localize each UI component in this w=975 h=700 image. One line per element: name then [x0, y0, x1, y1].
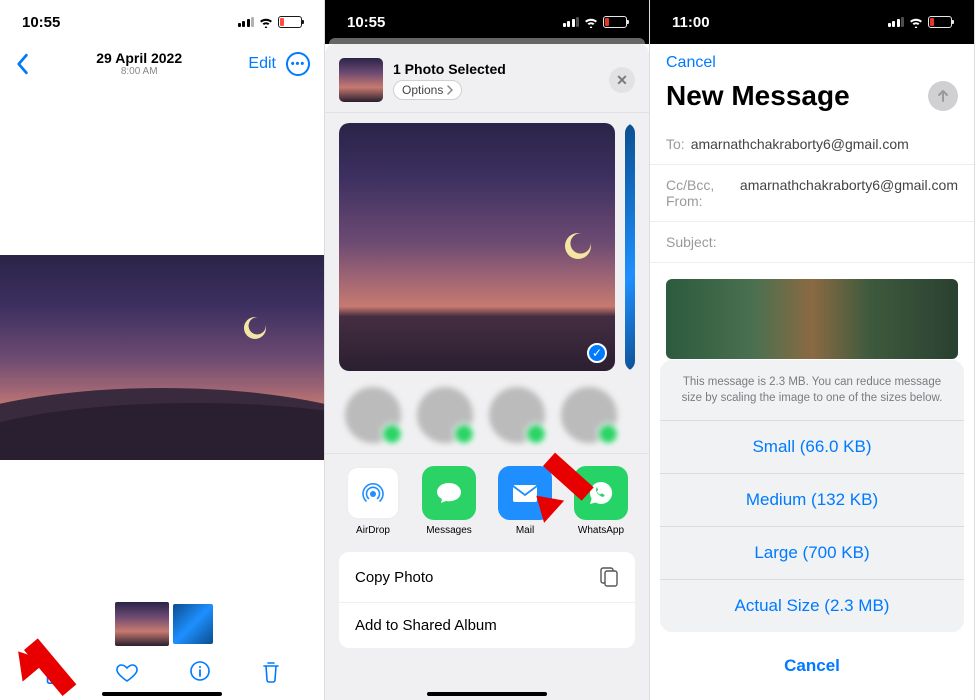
- copy-icon: [599, 566, 619, 588]
- share-actions-list: Copy Photo Add to Shared Album: [339, 552, 635, 648]
- status-indicators: [563, 16, 628, 28]
- nav-bar: 29 April 2022 8:00 AM Edit •••: [0, 44, 324, 85]
- wifi-icon: [583, 16, 599, 28]
- signal-icon: [888, 17, 905, 27]
- photo-date: 29 April 2022: [96, 50, 182, 66]
- action-sheet-cancel[interactable]: Cancel: [660, 640, 964, 692]
- messages-icon: [422, 466, 476, 520]
- photo-preview[interactable]: [0, 255, 324, 460]
- selected-check-icon: ✓: [587, 343, 607, 363]
- to-label: To:: [666, 136, 685, 152]
- photo-carousel[interactable]: ✓: [339, 123, 635, 371]
- size-option-actual[interactable]: Actual Size (2.3 MB): [660, 580, 964, 632]
- moon-graphic: [565, 233, 591, 259]
- thumbnail[interactable]: [173, 604, 213, 644]
- app-whatsapp[interactable]: WhatsApp: [563, 466, 639, 536]
- back-button[interactable]: [14, 53, 30, 75]
- ccbcc-label: Cc/Bcc, From:: [666, 177, 734, 209]
- to-field[interactable]: To: amarnathchakraborty6@gmail.com: [650, 124, 974, 165]
- share-sheet-header: 1 Photo Selected Options ✕: [325, 44, 649, 113]
- battery-icon: [928, 16, 952, 28]
- cancel-button[interactable]: Cancel: [650, 44, 974, 76]
- app-mail[interactable]: Mail: [487, 466, 563, 536]
- size-option-small[interactable]: Small (66.0 KB): [660, 421, 964, 474]
- app-messages[interactable]: Messages: [411, 466, 487, 536]
- selected-photo-thumb: [339, 58, 383, 102]
- contact-avatar[interactable]: [345, 387, 401, 443]
- app-label: WhatsApp: [578, 525, 624, 536]
- mail-icon: [498, 466, 552, 520]
- battery-icon: [603, 16, 627, 28]
- to-value: amarnathchakraborty6@gmail.com: [691, 136, 909, 152]
- share-button[interactable]: [43, 660, 65, 686]
- signal-icon: [563, 17, 580, 27]
- status-time: 11:00: [672, 14, 710, 31]
- airdrop-icon: [346, 466, 400, 520]
- more-button[interactable]: •••: [286, 52, 310, 76]
- status-time: 10:55: [347, 14, 385, 31]
- chevron-right-icon: [447, 85, 453, 95]
- action-label: Add to Shared Album: [355, 617, 497, 634]
- compose-title: New Message: [666, 80, 850, 112]
- copy-photo-action[interactable]: Copy Photo: [339, 552, 635, 603]
- share-sheet-title: 1 Photo Selected: [393, 61, 506, 77]
- status-indicators: [238, 16, 303, 28]
- signal-icon: [238, 17, 255, 27]
- subject-field[interactable]: Subject:: [650, 222, 974, 263]
- share-sheet-screen: 10:55 1 Photo Selected Options ✕ ✓: [325, 0, 650, 700]
- thumbnail-selected[interactable]: [115, 602, 169, 646]
- favorite-button[interactable]: [115, 660, 139, 686]
- app-airdrop[interactable]: AirDrop: [335, 466, 411, 536]
- home-indicator[interactable]: [427, 692, 547, 696]
- contact-avatar[interactable]: [561, 387, 617, 443]
- compose-title-row: New Message: [650, 76, 974, 124]
- home-indicator[interactable]: [102, 692, 222, 696]
- photo-time: 8:00 AM: [96, 66, 182, 77]
- status-indicators: [888, 16, 953, 28]
- app-label: AirDrop: [356, 525, 390, 536]
- wifi-icon: [258, 16, 274, 28]
- edit-button[interactable]: Edit: [248, 55, 276, 73]
- contact-avatar[interactable]: [417, 387, 473, 443]
- mail-compose-screen: 11:00 Cancel New Message To: amarnathcha…: [650, 0, 975, 700]
- ccbcc-value: amarnathchakraborty6@gmail.com: [740, 177, 958, 209]
- whatsapp-icon: [574, 466, 628, 520]
- preview-photo[interactable]: [625, 123, 635, 371]
- status-bar: 11:00: [650, 0, 974, 44]
- wifi-icon: [908, 16, 924, 28]
- size-action-sheet: This message is 2.3 MB. You can reduce m…: [660, 360, 964, 692]
- options-button[interactable]: Options: [393, 80, 462, 100]
- add-shared-album-action[interactable]: Add to Shared Album: [339, 603, 635, 648]
- moon-graphic: [244, 317, 266, 339]
- photos-viewer-screen: 10:55 29 April 2022 8:00 AM Edit •••: [0, 0, 325, 700]
- app-label: Mail: [516, 525, 534, 536]
- share-apps-row: AirDrop Messages Mail WhatsApp: [325, 453, 649, 542]
- close-button[interactable]: ✕: [609, 67, 635, 93]
- thumbnail-strip[interactable]: [0, 604, 324, 644]
- options-label: Options: [402, 83, 443, 97]
- subject-label: Subject:: [666, 234, 717, 250]
- info-button[interactable]: [189, 660, 211, 686]
- ccbcc-field[interactable]: Cc/Bcc, From: amarnathchakraborty6@gmail…: [650, 165, 974, 222]
- send-button[interactable]: [928, 81, 958, 111]
- action-label: Copy Photo: [355, 569, 433, 586]
- delete-button[interactable]: [261, 660, 281, 686]
- suggested-contacts: [325, 381, 649, 453]
- battery-icon: [278, 16, 302, 28]
- status-bar: 10:55: [0, 0, 324, 44]
- share-sheet: 1 Photo Selected Options ✕ ✓: [325, 44, 649, 700]
- photo-date-header: 29 April 2022 8:00 AM: [96, 50, 182, 77]
- contact-avatar[interactable]: [489, 387, 545, 443]
- attached-image[interactable]: [666, 279, 958, 359]
- action-sheet-message: This message is 2.3 MB. You can reduce m…: [660, 360, 964, 421]
- size-option-medium[interactable]: Medium (132 KB): [660, 474, 964, 527]
- preview-photo[interactable]: ✓: [339, 123, 615, 371]
- app-label: Messages: [426, 525, 472, 536]
- size-option-large[interactable]: Large (700 KB): [660, 527, 964, 580]
- bottom-toolbar: [0, 660, 324, 686]
- status-time: 10:55: [22, 14, 60, 31]
